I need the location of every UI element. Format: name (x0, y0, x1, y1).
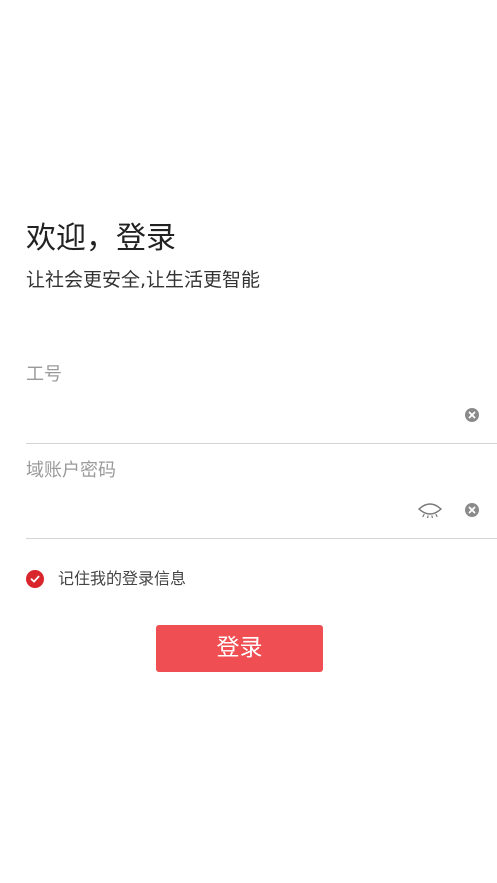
welcome-subtitle: 让社会更安全,让生活更智能 (26, 269, 261, 291)
eye-closed-icon[interactable] (417, 502, 443, 518)
employee-id-input[interactable] (26, 398, 406, 432)
employee-id-clear-icon[interactable] (465, 408, 479, 422)
welcome-title: 欢迎，登录 (26, 221, 176, 256)
password-divider (26, 538, 497, 539)
password-label: 域账户密码 (26, 460, 116, 481)
employee-id-label: 工号 (26, 364, 62, 385)
remember-me-checkbox[interactable]: 记住我的登录信息 (26, 568, 186, 590)
remember-me-label: 记住我的登录信息 (58, 569, 187, 588)
login-button[interactable]: 登录 (156, 625, 323, 672)
password-clear-icon[interactable] (465, 503, 479, 517)
check-icon (26, 570, 44, 588)
password-input[interactable] (26, 494, 406, 528)
employee-id-divider (26, 443, 497, 444)
